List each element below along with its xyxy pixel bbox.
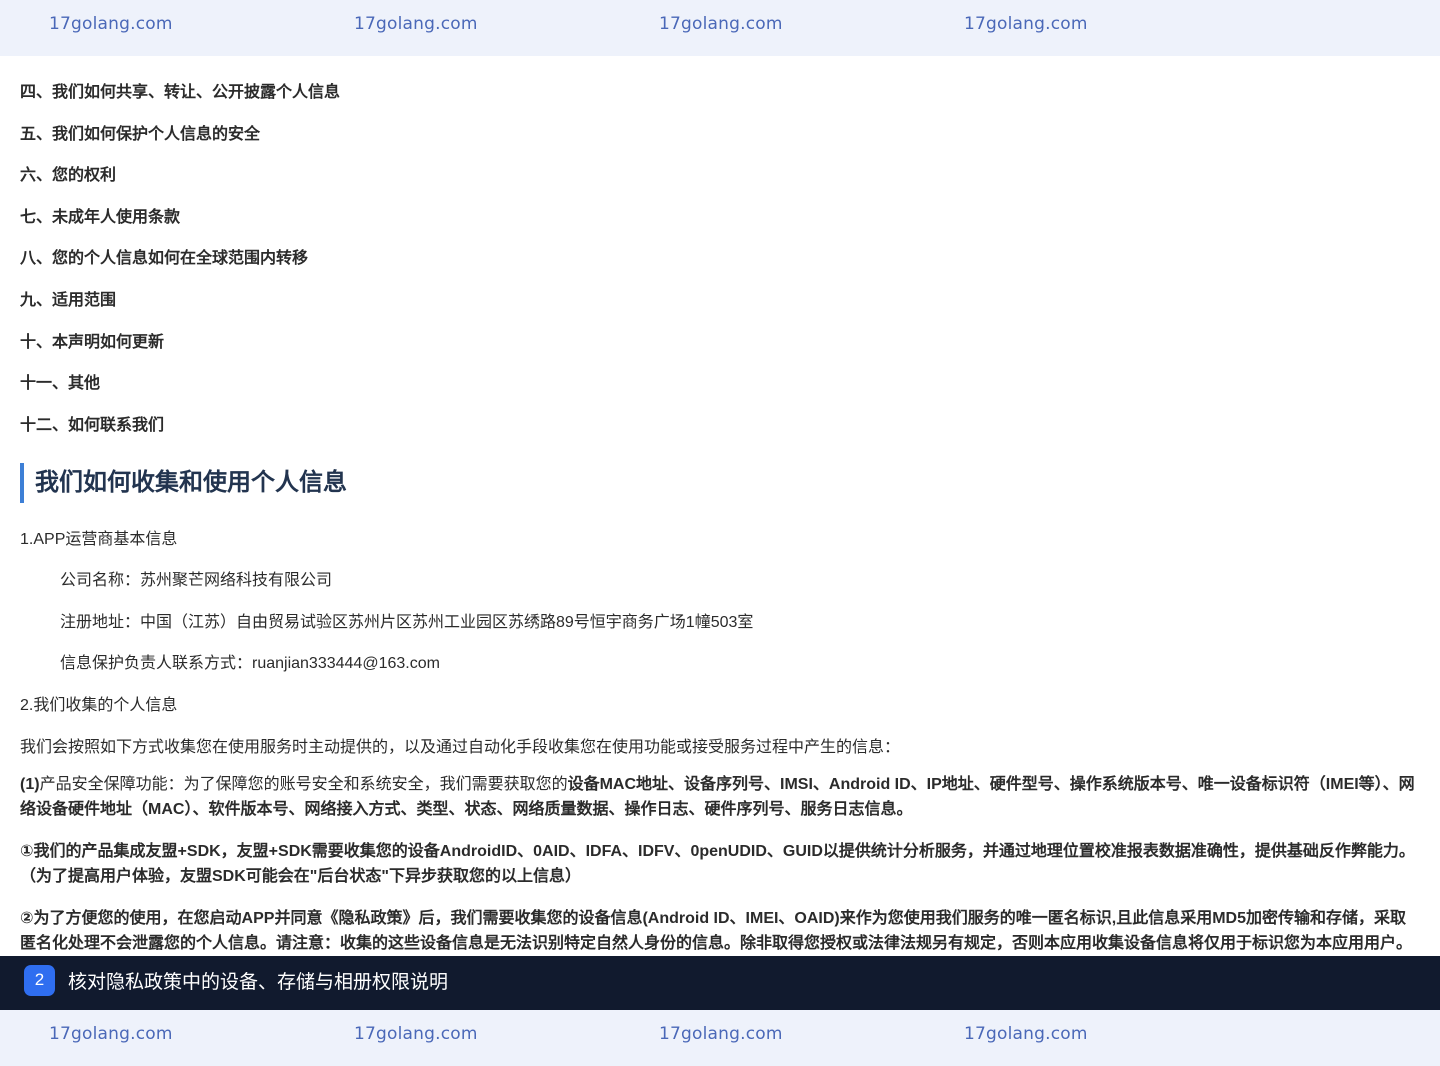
watermark-text: 17golang.com xyxy=(49,14,173,34)
watermark-text: 17golang.com xyxy=(964,14,1088,34)
step-description: 核对隐私政策中的设备、存储与相册权限说明 xyxy=(68,972,449,993)
watermark-text: 17golang.com xyxy=(49,1024,173,1044)
subsection-title: 1.APP运营商基本信息 xyxy=(20,531,178,548)
step-banner: 2 核对隐私政策中的设备、存储与相册权限说明 xyxy=(0,956,1440,1010)
company-address: 注册地址：中国（江苏）自由贸易试验区苏州片区苏州工业园区苏绣路89号恒宇商务广场… xyxy=(60,614,754,631)
toc-item[interactable]: 十、本声明如何更新 xyxy=(20,328,164,352)
security-paragraph: (1)产品安全保障功能：为了保障您的账号安全和系统安全，我们需要获取您的设备MA… xyxy=(20,772,1420,822)
toc-item[interactable]: 八、您的个人信息如何在全球范围内转移 xyxy=(20,244,308,268)
watermark-text: 17golang.com xyxy=(964,1024,1088,1044)
toc-item[interactable]: 七、未成年人使用条款 xyxy=(20,203,180,227)
subsection-title: 2.我们收集的个人信息 xyxy=(20,697,178,714)
device-info-paragraph: ②为了方便您的使用，在您启动APP并同意《隐私政策》后，我们需要收集您的设备信息… xyxy=(20,910,1413,952)
toc-item[interactable]: 四、我们如何共享、转让、公开披露个人信息 xyxy=(20,78,340,102)
watermark-bar-top: 17golang.com 17golang.com 17golang.com 1… xyxy=(0,0,1440,56)
company-name: 公司名称：苏州聚芒网络科技有限公司 xyxy=(60,572,333,589)
toc-item[interactable]: 五、我们如何保护个人信息的安全 xyxy=(20,120,260,144)
intro-paragraph: 我们会按照如下方式收集您在使用服务时主动提供的，以及通过自动化手段收集您在使用功… xyxy=(20,739,901,756)
toc-item[interactable]: 十一、其他 xyxy=(20,369,100,393)
umeng-sdk-paragraph: ①我们的产品集成友盟+SDK，友盟+SDK需要收集您的设备AndroidID、0… xyxy=(20,843,1415,885)
toc-item[interactable]: 六、您的权利 xyxy=(20,161,116,185)
section-heading: 我们如何收集和使用个人信息 xyxy=(20,463,347,503)
watermark-text: 17golang.com xyxy=(659,14,783,34)
toc-item[interactable]: 九、适用范围 xyxy=(20,286,116,310)
step-number-badge: 2 xyxy=(24,965,55,996)
watermark-bar-bottom: 17golang.com 17golang.com 17golang.com 1… xyxy=(0,1010,1440,1066)
watermark-text: 17golang.com xyxy=(354,14,478,34)
paragraph-number: (1) xyxy=(20,776,40,793)
watermark-text: 17golang.com xyxy=(659,1024,783,1044)
contact-info: 信息保护负责人联系方式：ruanjian333444@163.com xyxy=(60,655,440,672)
toc-item[interactable]: 十二、如何联系我们 xyxy=(20,411,164,435)
paragraph-text: 产品安全保障功能：为了保障您的账号安全和系统安全，我们需要获取您的 xyxy=(39,776,568,793)
watermark-text: 17golang.com xyxy=(354,1024,478,1044)
